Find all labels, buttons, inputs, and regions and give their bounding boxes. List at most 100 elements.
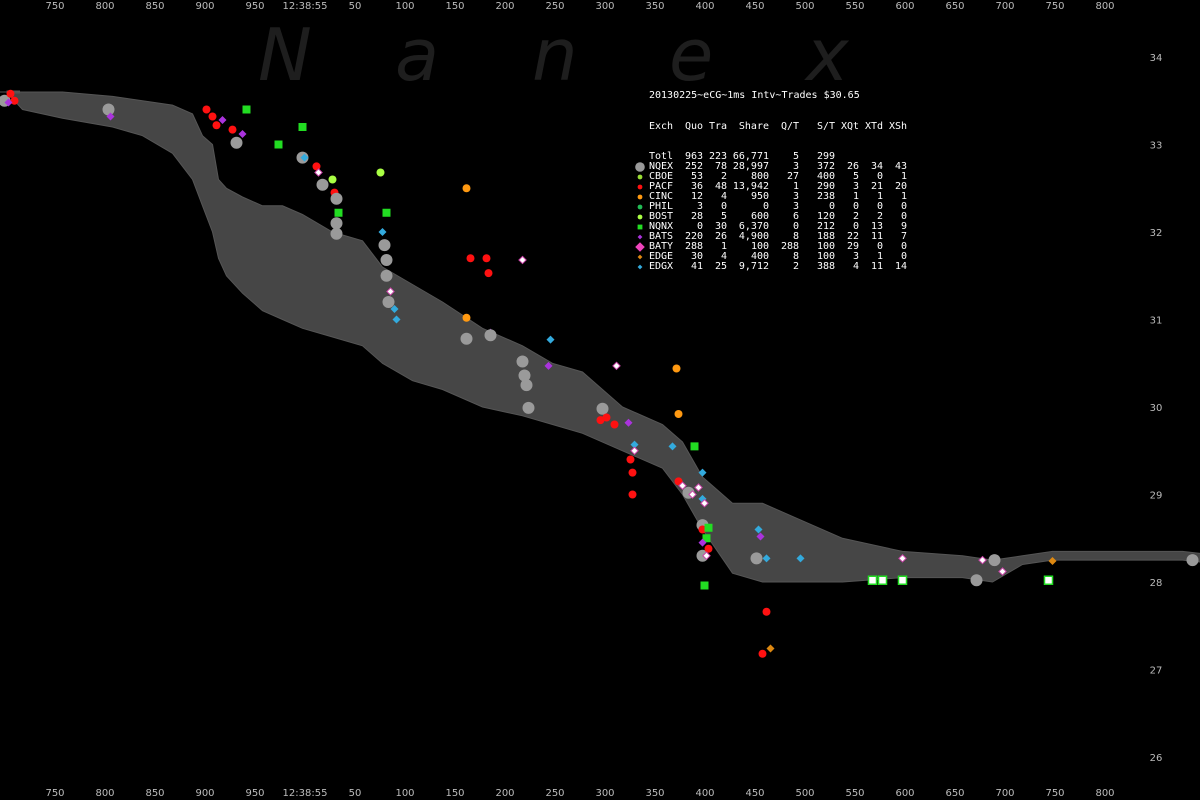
legend-header: S/T: [816, 121, 835, 132]
x-tick-label: 200: [495, 1, 514, 12]
legend-marker-glyph: [637, 254, 643, 260]
trade-marker: [6, 89, 15, 98]
legend-marker-glyph: [635, 162, 645, 172]
legend-marker-shape: [637, 264, 643, 270]
y-axis-right: 26 27 28 29 30 31 32 33 34: [1150, 53, 1163, 764]
legend-header-row: Exch Quo Tra Share Q/T S/T XQt XTd XSh: [633, 122, 907, 132]
legend-row-edge: EDGE 30 4 400 8 100 3 1 0: [633, 252, 907, 262]
legend-marker-glyph: [637, 214, 643, 220]
x-tick-label: 500: [795, 1, 814, 12]
legend-header: XQt: [840, 121, 859, 132]
trade-marker: [628, 490, 637, 499]
legend-title: 20130225~eCG~1ms Intv~Trades $30.65: [649, 90, 860, 101]
trade-marker: [704, 544, 713, 553]
trade-marker: [330, 227, 343, 240]
x-tick-label: 300: [595, 1, 614, 12]
x-tick-label: 50: [349, 788, 362, 799]
legend-row-bost: BOST 28 5 600 6 120 2 2 0: [633, 212, 907, 222]
trade-marker: [202, 105, 211, 114]
x-tick-label: 250: [545, 788, 564, 799]
trade-marker: [516, 355, 529, 368]
trade-marker: [596, 402, 609, 415]
trade-marker: [316, 178, 329, 191]
legend-header: XTd: [864, 121, 883, 132]
trade-marker: [274, 140, 283, 149]
trade-marker: [546, 335, 555, 344]
x-tick-label: 12:38:55: [283, 1, 328, 12]
trade-marker: [378, 239, 391, 252]
legend-marker-icon: [633, 252, 649, 262]
legend-marker-shape: [637, 194, 643, 200]
trade-marker: [330, 217, 343, 230]
x-tick-label: 450: [745, 1, 764, 12]
legend-marker-icon: [633, 172, 649, 182]
trade-marker: [518, 255, 527, 265]
x-axis-top: 750 800 850 900 950 12:38:55 50 100 150 200 250 300…: [45, 1, 1114, 12]
legend-cell-xqt: 4: [852, 261, 859, 272]
y-tick-label: 31: [1150, 316, 1163, 327]
x-tick-label: 750: [1045, 1, 1064, 12]
trade-marker: [242, 105, 251, 114]
trade-marker: [208, 112, 217, 121]
trade-marker: [484, 269, 493, 278]
legend-marker-shape: [637, 184, 643, 190]
legend-marker-icon: [633, 202, 649, 212]
trade-marker: [612, 361, 621, 371]
x-tick-label: 100: [395, 788, 414, 799]
watermark-letter: a: [395, 13, 439, 97]
legend-marker-shape: [637, 254, 643, 260]
legend-header: XSh: [888, 121, 907, 132]
legend-header: Q/T: [780, 121, 799, 132]
legend-marker-icon: [633, 262, 649, 272]
trade-marker: [762, 607, 771, 616]
legend-row-phil: PHIL 3 0 0 3 0 0 0 0: [633, 202, 907, 212]
x-tick-label: 750: [1045, 788, 1064, 799]
y-tick-label: 28: [1150, 578, 1163, 589]
legend-marker-icon: [633, 212, 649, 222]
legend-header: Exch: [649, 121, 674, 132]
x-tick-label: 400: [695, 788, 714, 799]
trade-marker: [602, 413, 611, 422]
trade-marker: [690, 442, 699, 451]
legend-row-nqex: NQEX 252 78 28,997 3 372 26 34 43: [633, 162, 907, 172]
legend-marker-shape: [635, 242, 645, 252]
legend-marker-glyph: [637, 184, 643, 190]
legend-row-edgx: EDGX 41 25 9,712 2 388 4 11 14: [633, 262, 907, 272]
y-tick-label: 34: [1150, 53, 1163, 64]
trade-marker: [628, 468, 637, 477]
legend-marker-icon: [633, 232, 649, 242]
x-tick-label: 800: [1095, 788, 1114, 799]
x-tick-label: 300: [595, 788, 614, 799]
trade-marker: [462, 184, 471, 193]
x-tick-label: 800: [95, 788, 114, 799]
watermark-letter: n: [532, 13, 578, 97]
chart-canvas: Nanex 750 800 850 900 950 12:38:55 50 100 150 200…: [0, 1, 1200, 799]
legend-marker-shape: [637, 214, 643, 220]
trade-marker: [380, 254, 393, 266]
legend-row-nqnx: NQNX 0 30 6,370 0 212 0 13 9: [633, 222, 907, 232]
trade-marker: [484, 329, 497, 342]
trade-marker: [610, 420, 619, 429]
legend-cell-tra: 25: [714, 261, 727, 272]
legend-marker-icon: [633, 222, 649, 232]
x-tick-label: 600: [895, 788, 914, 799]
legend-cell-name: EDGX: [649, 261, 674, 272]
x-tick-label: 100: [395, 1, 414, 12]
trade-marker: [970, 574, 983, 587]
trade-marker: [382, 208, 391, 217]
trade-marker: [238, 130, 247, 138]
legend-cell-xtd: 11: [870, 261, 883, 272]
legend-marker-shape: [637, 224, 643, 230]
legend-cell-xsh: 14: [894, 261, 907, 272]
legend-cell-qt: 2: [792, 261, 799, 272]
x-tick-label: 950: [245, 1, 264, 12]
x-tick-label: 150: [445, 788, 464, 799]
legend-marker-glyph: [637, 234, 643, 240]
trade-marker: [988, 554, 1001, 567]
x-tick-label: 200: [495, 788, 514, 799]
legend-marker-glyph: [637, 174, 643, 180]
x-tick-label: 950: [245, 788, 264, 799]
x-tick-label: 150: [445, 1, 464, 12]
trade-marker: [672, 364, 681, 373]
x-axis-bottom: 750 800 850 900 950 12:38:55 50 100 150 200 250 300…: [45, 788, 1114, 799]
